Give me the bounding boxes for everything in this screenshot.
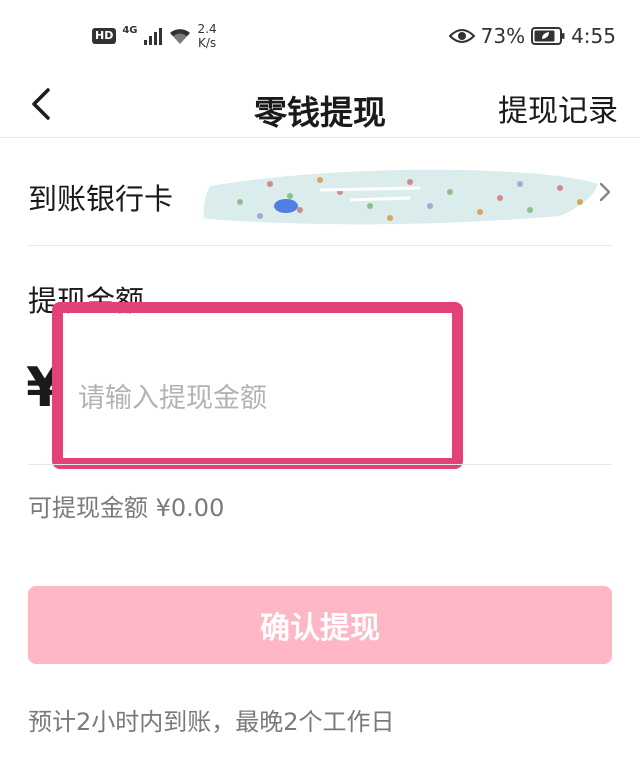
available-balance: 可提现金额 ¥0.00 [28, 494, 225, 522]
amount-input[interactable] [78, 376, 438, 420]
chevron-right-icon [599, 182, 611, 202]
status-left: HD 4G 2.4 K/s [92, 22, 217, 50]
amount-divider [28, 464, 612, 465]
confirm-withdraw-button[interactable]: 确认提现 [28, 586, 612, 664]
status-bar: HD 4G 2.4 K/s 73% 4:55 [0, 0, 640, 72]
clock: 4:55 [571, 24, 616, 48]
arrival-hint: 预计2小时内到账，最晚2个工作日 [28, 708, 395, 736]
wifi-icon [169, 29, 190, 44]
eye-icon [448, 29, 475, 43]
network-speed: 2.4 K/s [198, 22, 217, 50]
nav-header: 零钱提现 提现记录 [0, 72, 640, 138]
withdraw-screen: HD 4G 2.4 K/s 73% 4:55 零钱提现 提现记录 到账银行卡 提… [0, 0, 640, 774]
currency-symbol: ¥ [26, 356, 64, 419]
bank-card-row[interactable]: 到账银行卡 [28, 140, 612, 246]
battery-icon [531, 27, 565, 45]
obscured-bank-card [203, 169, 598, 225]
bank-card-label: 到账银行卡 [28, 182, 174, 216]
amount-label: 提现金额 [28, 284, 145, 318]
speed-unit: K/s [197, 36, 217, 50]
battery-percent: 73% [480, 24, 526, 48]
signal-icon [143, 27, 162, 45]
speed-value: 2.4 [197, 22, 217, 36]
hd-badge: HD [92, 28, 117, 44]
network-type: 4G [122, 24, 138, 36]
withdraw-record-link[interactable]: 提现记录 [498, 86, 618, 130]
status-right: 73% 4:55 [448, 24, 616, 48]
